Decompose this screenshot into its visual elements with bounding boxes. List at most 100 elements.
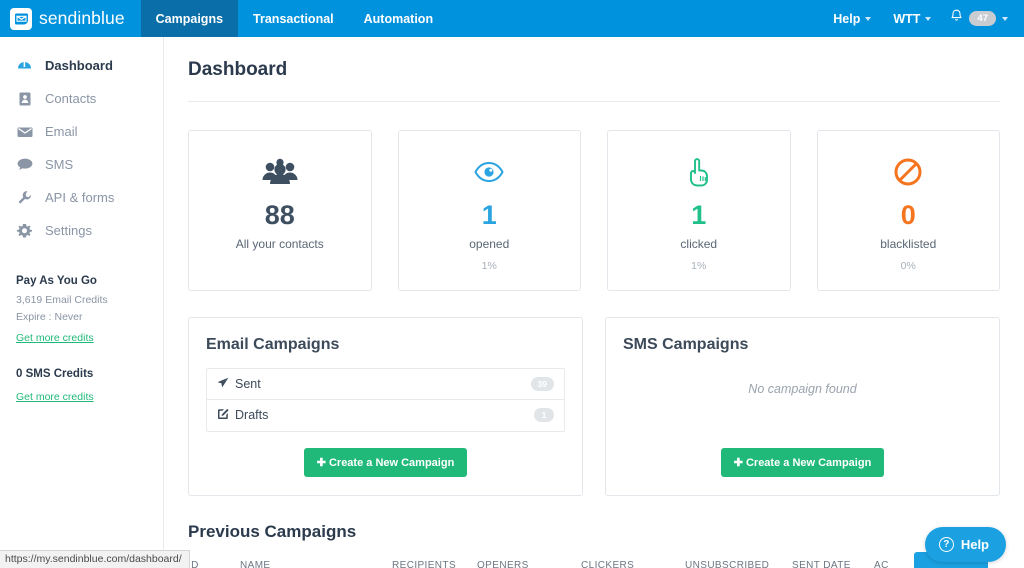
sidebar-item-api-forms[interactable]: API & forms [0,181,163,214]
sidebar-item-contacts-label: Contacts [45,91,97,106]
browser-status-bar: https://my.sendinblue.com/dashboard/ [0,550,190,568]
stat-card-clicked[interactable]: 1 clicked 1% [607,130,791,291]
stat-card-contacts-value: 88 [264,200,295,230]
email-campaigns-sent-count: 39 [530,376,554,391]
email-credits-value: 3,619 Email Credits [16,294,108,306]
chat-bubble-icon [16,158,33,171]
help-menu[interactable]: Help [824,0,880,37]
help-widget-label: Help [960,537,989,552]
main-content: Dashboard 88 All your contacts 1 opened … [164,37,1024,568]
brand-name: sendinblue [39,8,125,28]
create-sms-campaign-button[interactable]: ✚ Create a New Campaign [720,447,885,477]
get-more-sms-credits-link[interactable]: Get more credits [16,391,94,403]
stat-card-contacts[interactable]: 88 All your contacts [188,130,372,291]
email-campaigns-drafts-row[interactable]: Drafts 1 [207,398,564,431]
nav-tab-transactional[interactable]: Transactional [238,0,349,37]
wrench-icon [16,190,33,205]
email-campaigns-drafts-label: Drafts [235,408,269,423]
nav-tab-transactional-label: Transactional [253,11,334,26]
column-header-recipients[interactable]: RECIPIENTS [392,560,477,568]
get-more-email-credits-link[interactable]: Get more credits [16,332,94,344]
campaign-panels-row: Email Campaigns Sent 39 Drafts 1 ✚ Creat… [188,316,1000,496]
sms-campaigns-panel: SMS Campaigns No campaign found ✚ Create… [605,316,1000,496]
top-navigation-bar: sendinblue Campaigns Transactional Autom… [0,0,1024,37]
email-campaigns-sent-row[interactable]: Sent 39 [207,369,564,399]
sms-campaigns-empty-message: No campaign found [748,381,857,396]
envelope-icon [16,126,33,138]
chevron-down-icon [1002,16,1008,21]
stat-card-blacklisted-value: 0 [900,200,916,230]
email-campaigns-panel: Email Campaigns Sent 39 Drafts 1 ✚ Creat… [188,316,583,496]
sms-campaigns-title: SMS Campaigns [623,335,749,353]
paper-plane-icon [217,377,229,391]
page-title: Dashboard [188,59,1000,102]
sidebar-item-dashboard-label: Dashboard [45,58,113,73]
email-campaigns-drafts-count: 1 [534,408,554,423]
column-header-id[interactable]: ID [188,560,240,568]
help-widget-button[interactable]: ? Help [924,527,1006,562]
nav-tab-automation-label: Automation [363,11,434,26]
notification-count-badge: 47 [969,10,996,27]
stat-card-blacklisted-percent: 0% [900,259,916,272]
pointing-hand-icon [618,153,780,191]
stat-card-clicked-label: clicked [680,236,718,251]
dashboard-icon [16,59,33,72]
sidebar-item-api-forms-label: API & forms [45,190,115,205]
stat-card-opened[interactable]: 1 opened 1% [397,130,581,291]
create-sms-campaign-label: Create a New Campaign [745,456,872,469]
sidebar-item-settings-label: Settings [45,223,92,238]
eye-icon [409,153,571,191]
stat-card-opened-percent: 1% [481,259,497,272]
stat-card-opened-label: opened [469,236,510,251]
sidebar-item-email-label: Email [45,124,78,139]
gear-icon [16,223,33,238]
email-campaigns-list: Sent 39 Drafts 1 [206,367,565,432]
column-header-unsubscribed[interactable]: UNSUBSCRIBED [685,560,792,568]
stat-card-clicked-value: 1 [691,200,707,230]
page-body: Dashboard Contacts Email SMS API & forms… [0,37,1024,568]
stat-card-blacklisted[interactable]: 0 blacklisted 0% [816,130,1000,291]
plan-title: Pay As You Go [16,275,97,287]
nav-tab-automation[interactable]: Automation [349,0,448,37]
sidebar-item-email[interactable]: Email [0,115,163,148]
create-email-campaign-label: Create a New Campaign [328,456,455,469]
sidebar-item-settings[interactable]: Settings [0,214,163,247]
sidebar-item-contacts[interactable]: Contacts [0,82,163,115]
chevron-down-icon [865,16,872,21]
sidebar: Dashboard Contacts Email SMS API & forms… [0,37,164,568]
brand-logo[interactable]: sendinblue [0,0,141,37]
chevron-down-icon [925,16,932,21]
question-circle-icon: ? [938,537,954,552]
ban-icon [828,153,990,191]
people-group-icon [199,153,361,191]
top-nav-right-group: Help WTT 47 [824,0,1024,37]
envelope-icon [10,7,32,30]
sidebar-item-sms[interactable]: SMS [0,148,163,181]
credits-section: Pay As You Go 3,619 Email Credits Expire… [0,247,163,405]
column-header-openers[interactable]: OPENERS [477,560,581,568]
stat-card-blacklisted-label: blacklisted [880,236,937,251]
account-menu[interactable]: WTT [884,0,940,37]
column-header-clickers[interactable]: CLICKERS [581,560,685,568]
stat-card-opened-value: 1 [481,200,497,230]
contacts-icon [16,92,33,106]
email-credits-expiry: Expire : Never [16,311,83,323]
previous-campaigns-title: Previous Campaigns [188,521,357,541]
column-header-name[interactable]: NAME [240,560,392,568]
notifications-menu[interactable]: 47 [944,9,1014,28]
email-campaigns-title: Email Campaigns [206,335,340,353]
email-campaigns-sent-label: Sent [235,376,261,391]
sms-credits-title: 0 SMS Credits [16,368,94,380]
stat-cards-row: 88 All your contacts 1 opened 1% 1 click… [188,130,1000,291]
stat-card-contacts-label: All your contacts [235,236,324,251]
nav-tab-campaigns-label: Campaigns [155,11,224,26]
bell-icon [950,9,963,28]
nav-tab-campaigns[interactable]: Campaigns [140,0,239,37]
sidebar-item-sms-label: SMS [45,157,74,172]
app-window: sendinblue Campaigns Transactional Autom… [0,0,1024,568]
sidebar-item-dashboard[interactable]: Dashboard [0,49,163,82]
help-menu-label: Help [833,11,861,26]
pencil-square-icon [217,408,229,423]
create-email-campaign-button[interactable]: ✚ Create a New Campaign [303,447,468,477]
column-header-sent-date[interactable]: SENT DATE [792,560,874,568]
